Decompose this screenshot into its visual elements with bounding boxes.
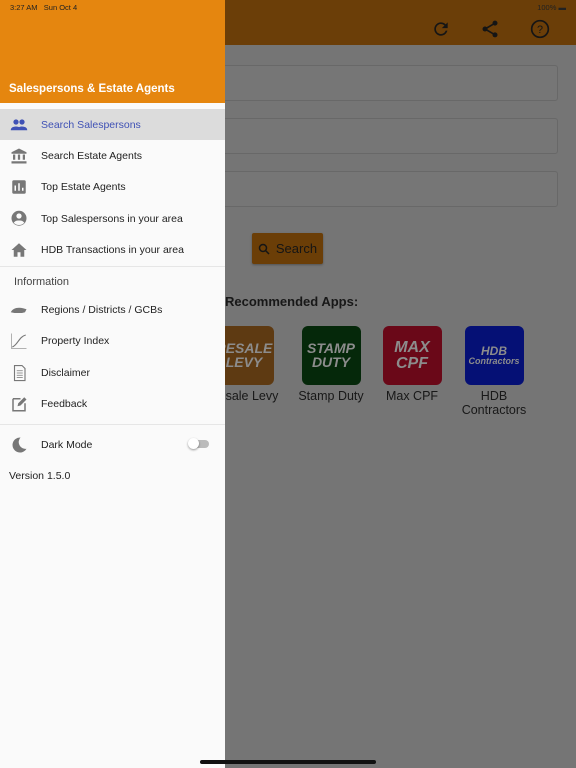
- section-header-information: Information: [14, 276, 70, 288]
- svg-text:?: ?: [537, 24, 543, 36]
- divider: [0, 424, 225, 425]
- drawer-item-label: Top Salespersons in your area: [41, 212, 183, 225]
- drawer-item-label: Search Estate Agents: [41, 149, 142, 162]
- refresh-icon[interactable]: [431, 19, 451, 39]
- app-stamp-duty[interactable]: STAMP DUTY Stamp Duty: [286, 326, 376, 403]
- people-icon: [10, 118, 28, 130]
- dark-mode-toggle[interactable]: [188, 438, 209, 449]
- divider: [0, 266, 225, 267]
- drawer-item-top-salespersons[interactable]: Top Salespersons in your area: [0, 203, 225, 234]
- drawer-item-label: Feedback: [41, 397, 88, 410]
- drawer-item-search-salespersons[interactable]: Search Salespersons: [0, 109, 225, 140]
- bar-chart-icon: [12, 179, 26, 194]
- status-time: 3:27 AM: [10, 3, 38, 12]
- account-pin-icon: [11, 210, 27, 226]
- share-icon[interactable]: [480, 19, 500, 39]
- drawer-header: 3:27 AM Sun Oct 4 Salespersons & Estate …: [0, 0, 225, 103]
- app-tile: MAX CPF: [382, 326, 442, 385]
- moon-icon: [12, 436, 27, 452]
- battery-level: 100%: [537, 3, 557, 12]
- drawer-item-label: Regions / Districts / GCBs: [41, 303, 163, 316]
- app-tile: HDB Contractors: [464, 326, 524, 385]
- app-max-cpf[interactable]: MAX CPF Max CPF: [367, 326, 457, 403]
- document-icon: [13, 364, 26, 381]
- status-right: 100% ▬: [537, 3, 566, 12]
- drawer-item-label: Search Salespersons: [41, 118, 141, 131]
- drawer-item-search-estate-agents[interactable]: Search Estate Agents: [0, 140, 225, 171]
- edit-icon: [12, 396, 27, 411]
- app-hdb-contractors[interactable]: HDB Contractors HDB Contractors: [449, 326, 539, 417]
- drawer-title: Salespersons & Estate Agents: [9, 83, 175, 95]
- drawer-item-hdb-transactions[interactable]: HDB Transactions in your area: [0, 234, 225, 265]
- home-indicator: [200, 760, 376, 764]
- app-tile-text: Contractors: [468, 355, 520, 366]
- drawer-item-label: HDB Transactions in your area: [41, 243, 184, 256]
- app-label: HDB Contractors: [461, 389, 527, 417]
- drawer-item-label: Dark Mode: [41, 438, 93, 451]
- drawer-item-label: Disclaimer: [41, 366, 91, 379]
- status-date: Sun Oct 4: [43, 3, 78, 12]
- search-button[interactable]: Search: [252, 233, 323, 264]
- drawer-item-top-estate-agents[interactable]: Top Estate Agents: [0, 171, 225, 202]
- search-button-label: Search: [275, 241, 318, 256]
- help-icon[interactable]: ?: [530, 19, 550, 39]
- version-label: Version 1.5.0: [9, 470, 71, 482]
- drawer-item-property-index[interactable]: Property Index: [0, 325, 225, 356]
- drawer-item-disclaimer[interactable]: Disclaimer: [0, 357, 225, 388]
- map-icon: [10, 307, 27, 313]
- drawer-item-regions[interactable]: Regions / Districts / GCBs: [0, 294, 225, 325]
- drawer-item-feedback[interactable]: Feedback: [0, 388, 225, 419]
- navigation-drawer: 3:27 AM Sun Oct 4 Salespersons & Estate …: [0, 0, 225, 768]
- app-tile: STAMP DUTY: [301, 326, 361, 385]
- bank-icon: [11, 148, 27, 163]
- app-label: Max CPF: [385, 389, 439, 403]
- recommended-apps-label: Recommended Apps:: [225, 294, 359, 309]
- home-icon: [11, 242, 27, 257]
- status-left: 3:27 AM Sun Oct 4: [10, 3, 77, 12]
- search-icon: [258, 243, 270, 255]
- drawer-item-label: Top Estate Agents: [41, 180, 126, 193]
- drawer-item-label: Property Index: [41, 334, 110, 347]
- line-chart-icon: [11, 333, 27, 349]
- app-label: Stamp Duty: [298, 389, 364, 403]
